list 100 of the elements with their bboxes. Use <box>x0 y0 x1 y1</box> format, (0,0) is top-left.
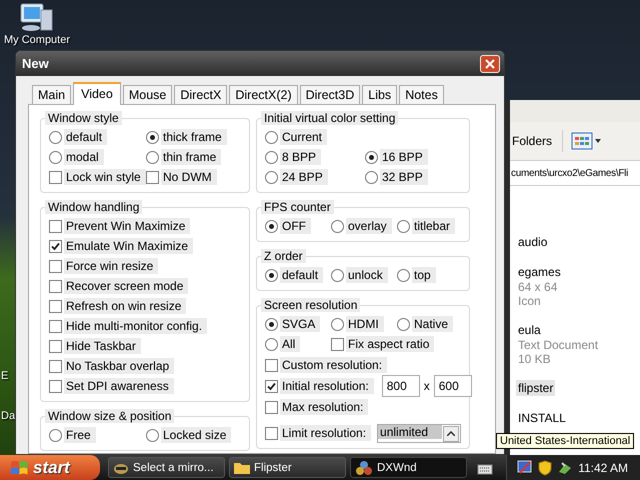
shield-icon[interactable] <box>538 460 552 476</box>
option-label: 16 BPP <box>380 149 428 165</box>
option-label: Native <box>412 316 454 332</box>
option-label: No Taskbar overlap <box>64 358 174 374</box>
group-title: Initial virtual color setting <box>261 111 398 125</box>
taskbar-button[interactable]: Flipster <box>229 457 346 478</box>
tab[interactable]: Libs <box>362 85 398 104</box>
radio-button[interactable] <box>365 150 378 164</box>
radio-button[interactable] <box>146 428 159 442</box>
resolution-list[interactable]: unlimited <box>377 424 461 442</box>
option-label: Force win resize <box>64 258 158 274</box>
checkbox[interactable] <box>49 340 62 352</box>
radio-button[interactable] <box>265 170 278 184</box>
tab[interactable]: Video <box>73 82 121 105</box>
checkbox[interactable] <box>49 300 62 312</box>
option-label: No DWM <box>161 169 217 185</box>
checkbox[interactable] <box>331 338 344 350</box>
address-bar[interactable]: cuments\urcxo2\eGames\Fli <box>510 161 640 186</box>
taskbar-button[interactable]: Select a mirro... <box>108 457 225 478</box>
start-button[interactable]: start <box>0 455 100 480</box>
group-title: Window handling <box>45 200 142 214</box>
scroll-up-button[interactable] <box>443 426 459 442</box>
option-label: Set DPI awareness <box>64 378 174 394</box>
option-label: OFF <box>280 218 311 234</box>
views-button[interactable] <box>562 130 602 152</box>
option-label: Recover screen mode <box>64 278 188 294</box>
desktop-icon-label[interactable]: E <box>1 370 8 382</box>
option-label: Initial resolution: <box>280 378 374 394</box>
radio-button[interactable] <box>265 268 278 282</box>
radio-button[interactable] <box>265 130 278 144</box>
desktop-icon-label[interactable]: Da <box>1 410 16 422</box>
file-name[interactable]: flipster <box>516 380 556 396</box>
radio-button[interactable] <box>331 268 344 282</box>
tooltip: United States-International <box>496 433 634 449</box>
checkbox[interactable] <box>265 358 278 372</box>
checkbox[interactable] <box>49 240 62 252</box>
checkbox[interactable] <box>265 400 278 414</box>
checkbox[interactable] <box>49 220 62 232</box>
checkbox[interactable] <box>49 360 62 372</box>
radio-button[interactable] <box>397 268 410 282</box>
radio-button[interactable] <box>331 318 344 330</box>
size-separator: x <box>424 379 430 393</box>
tab[interactable]: Mouse <box>122 85 172 104</box>
list-item[interactable]: unlimited <box>378 424 442 438</box>
radio-button[interactable] <box>397 318 410 330</box>
folders-button[interactable]: Folders <box>512 134 552 148</box>
checkbox[interactable] <box>49 280 62 292</box>
height-field[interactable]: 600 <box>434 375 472 397</box>
file-name[interactable]: eula <box>516 322 543 338</box>
radio-button[interactable] <box>365 170 378 184</box>
option-label: default <box>280 267 324 283</box>
desktop-icon-label[interactable]: My Computer <box>4 34 70 46</box>
radio-button[interactable] <box>49 130 62 144</box>
taskbar-button[interactable]: DXWnd <box>350 457 467 478</box>
radio-button[interactable] <box>331 220 344 232</box>
checkbox[interactable] <box>49 320 62 332</box>
radio-button[interactable] <box>397 220 410 232</box>
app-icon <box>355 460 373 476</box>
radio-button[interactable] <box>49 150 62 164</box>
radio-button[interactable] <box>49 428 62 442</box>
radio-button[interactable] <box>265 220 278 232</box>
radio-button[interactable] <box>265 318 278 330</box>
checkbox[interactable] <box>49 260 62 272</box>
group-title: FPS counter <box>261 200 334 214</box>
tab[interactable]: DirectX <box>174 85 228 104</box>
caret-icon <box>595 139 602 143</box>
tab[interactable]: DirectX(2) <box>229 85 298 104</box>
file-name[interactable]: INSTALL <box>516 410 568 426</box>
option-label: 32 BPP <box>380 169 428 185</box>
radio-button[interactable] <box>265 150 278 164</box>
windows-logo-icon <box>10 460 28 476</box>
radio-button[interactable] <box>265 338 278 350</box>
radio-button[interactable] <box>146 150 159 164</box>
close-button[interactable] <box>480 54 500 72</box>
option-label: Hide multi-monitor config. <box>64 318 208 334</box>
option-label: SVGA <box>280 316 320 332</box>
tab[interactable]: Main <box>32 85 72 104</box>
checkbox[interactable] <box>146 170 159 184</box>
tab[interactable]: Notes <box>399 85 444 104</box>
option-label: Locked size <box>161 427 232 443</box>
option-label: 24 BPP <box>280 169 328 185</box>
network-icon[interactable] <box>517 460 534 476</box>
option-label: 8 BPP <box>280 149 322 165</box>
checkbox[interactable] <box>265 380 278 392</box>
tab[interactable]: Direct3D <box>300 85 360 104</box>
checkbox[interactable] <box>265 426 278 440</box>
width-field[interactable]: 800 <box>382 375 420 397</box>
radio-button[interactable] <box>146 130 159 144</box>
option-label: Fix aspect ratio <box>346 336 434 352</box>
file-name[interactable]: egames <box>516 264 563 280</box>
option-label: Emulate Win Maximize <box>64 238 194 254</box>
computer-icon[interactable] <box>19 2 56 34</box>
group-title: Window style <box>45 111 122 125</box>
option-label: HDMI <box>346 316 384 332</box>
checkbox[interactable] <box>49 170 62 184</box>
file-name[interactable]: audio <box>516 234 550 250</box>
option-label: titlebar <box>412 218 456 234</box>
checkbox[interactable] <box>49 380 62 392</box>
file-detail: Icon <box>517 294 542 308</box>
option-label: Lock win style <box>64 169 146 185</box>
